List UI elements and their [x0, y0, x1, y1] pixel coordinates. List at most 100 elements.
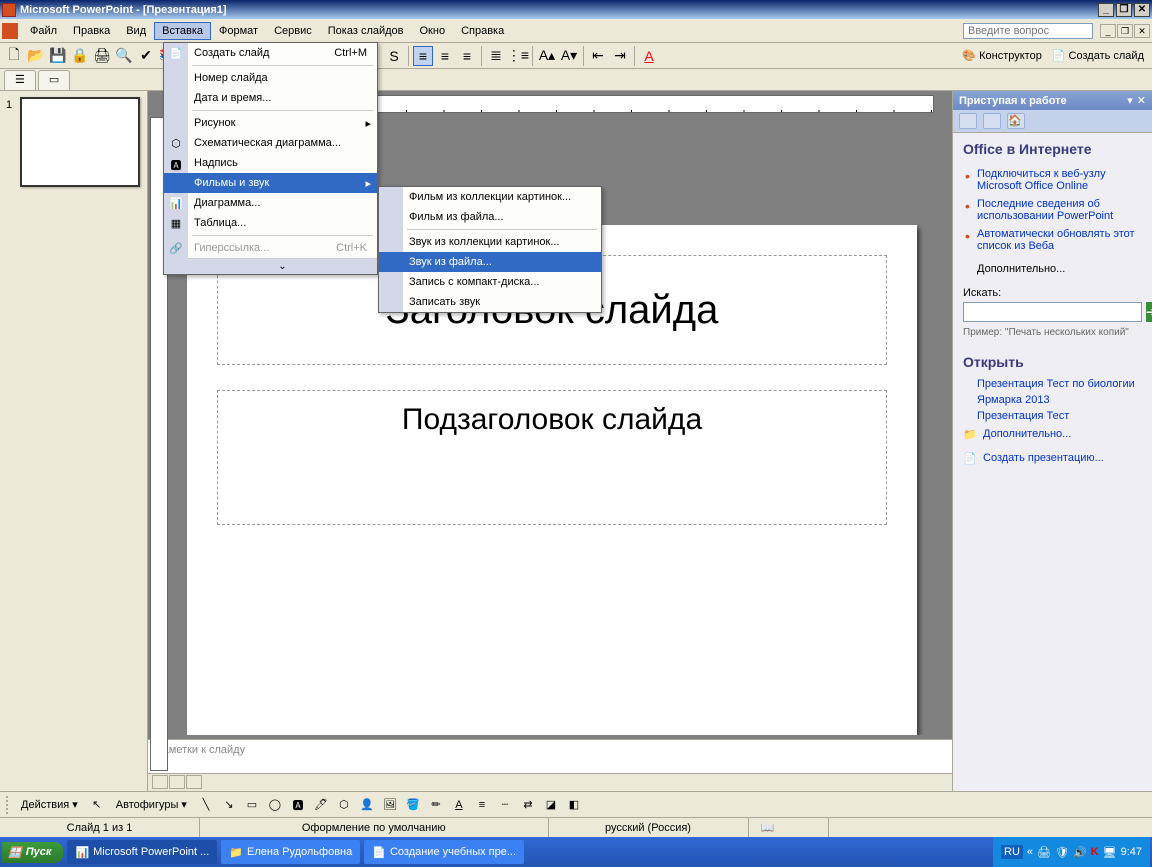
new-slide-button[interactable]: 📄Создать слайд	[1048, 47, 1148, 64]
submenu-file-movie[interactable]: Фильм из файла...	[379, 207, 601, 227]
menu-format[interactable]: Формат	[211, 22, 266, 40]
fill-color-icon[interactable]: 🪣	[403, 795, 423, 815]
submenu-cd-audio[interactable]: Запись с компакт-диска...	[379, 272, 601, 292]
link-more[interactable]: Дополнительно...	[963, 255, 1142, 277]
taskbar-folder[interactable]: 📁Елена Рудольфовна	[221, 840, 360, 864]
notes-pane[interactable]: Заметки к слайду	[148, 739, 952, 773]
taskpane-dropdown-icon[interactable]: ▾	[1127, 94, 1133, 107]
decrease-indent-icon[interactable]: ⇤	[588, 46, 608, 66]
align-right-icon[interactable]: ≡	[457, 46, 477, 66]
permission-icon[interactable]: 🔒	[70, 46, 90, 66]
taskpane-close-icon[interactable]: ✕	[1137, 94, 1146, 107]
create-presentation[interactable]: Создать презентацию...	[963, 442, 1142, 466]
minimize-button[interactable]: _	[1098, 3, 1114, 17]
arrow-style-icon[interactable]: ⇄	[518, 795, 538, 815]
subtitle-placeholder[interactable]: Подзаголовок слайда	[217, 390, 887, 525]
menu-expand-chevron-icon[interactable]: ⌄	[188, 258, 377, 274]
menu-schematic-diagram[interactable]: ⬡Схематическая диаграмма...	[164, 133, 377, 153]
recent-file-3[interactable]: Презентация Тест	[963, 408, 1142, 424]
tab-slides[interactable]: ▭	[38, 70, 70, 90]
link-latest-news[interactable]: Последние сведения об использовании Powe…	[963, 195, 1142, 225]
status-spell-icon[interactable]: 📖	[749, 818, 829, 837]
taskpane-back-icon[interactable]	[959, 113, 977, 129]
align-center-icon[interactable]: ≡	[435, 46, 455, 66]
menu-slide-number[interactable]: Номер слайда	[164, 68, 377, 88]
textbox-icon[interactable]: 🅰	[288, 795, 308, 815]
shadow-style-icon[interactable]: ◪	[541, 795, 561, 815]
menu-insert[interactable]: Вставка	[154, 22, 211, 40]
font-color2-icon[interactable]: A	[449, 795, 469, 815]
menu-chart[interactable]: 📊Диаграмма...	[164, 193, 377, 213]
menu-edit[interactable]: Правка	[65, 22, 118, 40]
tray-icon-5[interactable]: 🖥	[1103, 846, 1117, 859]
mdi-restore[interactable]: ❐	[1117, 24, 1133, 38]
line-color-icon[interactable]: ✏	[426, 795, 446, 815]
recent-file-1[interactable]: Презентация Тест по биологии	[963, 376, 1142, 392]
arrow-icon[interactable]: ↘	[219, 795, 239, 815]
search-go-button[interactable]: ➔	[1146, 302, 1152, 322]
slide-thumbnail[interactable]	[20, 97, 140, 187]
diagram2-icon[interactable]: ⬡	[334, 795, 354, 815]
menu-slideshow[interactable]: Показ слайдов	[320, 22, 412, 40]
submenu-clip-movie[interactable]: Фильм из коллекции картинок...	[379, 187, 601, 207]
submenu-clip-sound[interactable]: Звук из коллекции картинок...	[379, 232, 601, 252]
restore-button[interactable]: ❐	[1116, 3, 1132, 17]
mdi-close[interactable]: ✕	[1134, 24, 1150, 38]
tray-chevron-icon[interactable]: «	[1027, 846, 1033, 858]
taskbar-powerpoint[interactable]: 📊Microsoft PowerPoint ...	[67, 840, 217, 864]
decrease-font-icon[interactable]: A▾	[559, 46, 579, 66]
taskbar-word[interactable]: 📄Создание учебных пре...	[364, 840, 524, 864]
menu-date-time[interactable]: Дата и время...	[164, 88, 377, 108]
oval-icon[interactable]: ◯	[265, 795, 285, 815]
mdi-minimize[interactable]: _	[1100, 24, 1116, 38]
wordart-icon[interactable]: 🖊	[311, 795, 331, 815]
draw-grip[interactable]	[6, 796, 12, 814]
link-office-online[interactable]: Подключиться к веб-узлу Microsoft Office…	[963, 165, 1142, 195]
submenu-file-sound[interactable]: Звук из файла...	[379, 252, 601, 272]
slideshow-view-icon[interactable]	[186, 775, 202, 789]
taskpane-forward-icon[interactable]	[983, 113, 1001, 129]
designer-button[interactable]: 🎨Конструктор	[958, 47, 1045, 64]
autoshapes-menu[interactable]: Автофигуры ▾	[110, 796, 193, 813]
shadow-icon[interactable]: S	[384, 46, 404, 66]
sorter-view-icon[interactable]	[169, 775, 185, 789]
tray-icon-1[interactable]: 🖨	[1037, 846, 1051, 859]
ask-question-input[interactable]	[963, 23, 1093, 39]
preview-icon[interactable]: 🔍	[114, 46, 134, 66]
dash-style-icon[interactable]: ┄	[495, 795, 515, 815]
menu-window[interactable]: Окно	[412, 22, 454, 40]
tray-icon-3[interactable]: 🔊	[1073, 846, 1087, 859]
menu-view[interactable]: Вид	[118, 22, 154, 40]
tab-outline[interactable]: ☰	[4, 70, 36, 90]
line-style-icon[interactable]: ≡	[472, 795, 492, 815]
clipart-icon[interactable]: 👤	[357, 795, 377, 815]
save-icon[interactable]: 💾	[48, 46, 68, 66]
align-left-icon[interactable]: ≡	[413, 46, 433, 66]
print-icon[interactable]: 🖨	[92, 46, 112, 66]
tray-icon-2[interactable]: 🛡	[1055, 846, 1069, 859]
new-icon[interactable]: 🗋	[4, 46, 24, 66]
search-input[interactable]	[963, 302, 1142, 322]
menu-tools[interactable]: Сервис	[266, 22, 320, 40]
tray-icon-4[interactable]: K	[1091, 846, 1099, 858]
open-icon[interactable]: 📂	[26, 46, 46, 66]
numbering-icon[interactable]: ≣	[486, 46, 506, 66]
select-icon[interactable]: ↖	[87, 795, 107, 815]
menu-hyperlink[interactable]: 🔗Гиперссылка...Ctrl+K	[164, 238, 377, 258]
3d-style-icon[interactable]: ◧	[564, 795, 584, 815]
taskpane-home-icon[interactable]: 🏠	[1007, 113, 1025, 129]
recent-file-2[interactable]: Ярмарка 2013	[963, 392, 1142, 408]
picture-icon[interactable]: 🖼	[380, 795, 400, 815]
menu-textbox[interactable]: 🅰Надпись	[164, 153, 377, 173]
menu-movies-sound[interactable]: Фильмы и звук▸	[164, 173, 377, 193]
menu-picture[interactable]: Рисунок▸	[164, 113, 377, 133]
menu-help[interactable]: Справка	[453, 22, 512, 40]
close-button[interactable]: ✕	[1134, 3, 1150, 17]
tray-clock[interactable]: 9:47	[1121, 846, 1142, 858]
bullets-icon[interactable]: ⋮≡	[508, 46, 528, 66]
menu-file[interactable]: Файл	[22, 22, 65, 40]
submenu-record-sound[interactable]: Записать звук	[379, 292, 601, 312]
spell-icon[interactable]: ✔	[136, 46, 156, 66]
increase-font-icon[interactable]: A▴	[537, 46, 557, 66]
font-color-icon[interactable]: A	[639, 46, 659, 66]
